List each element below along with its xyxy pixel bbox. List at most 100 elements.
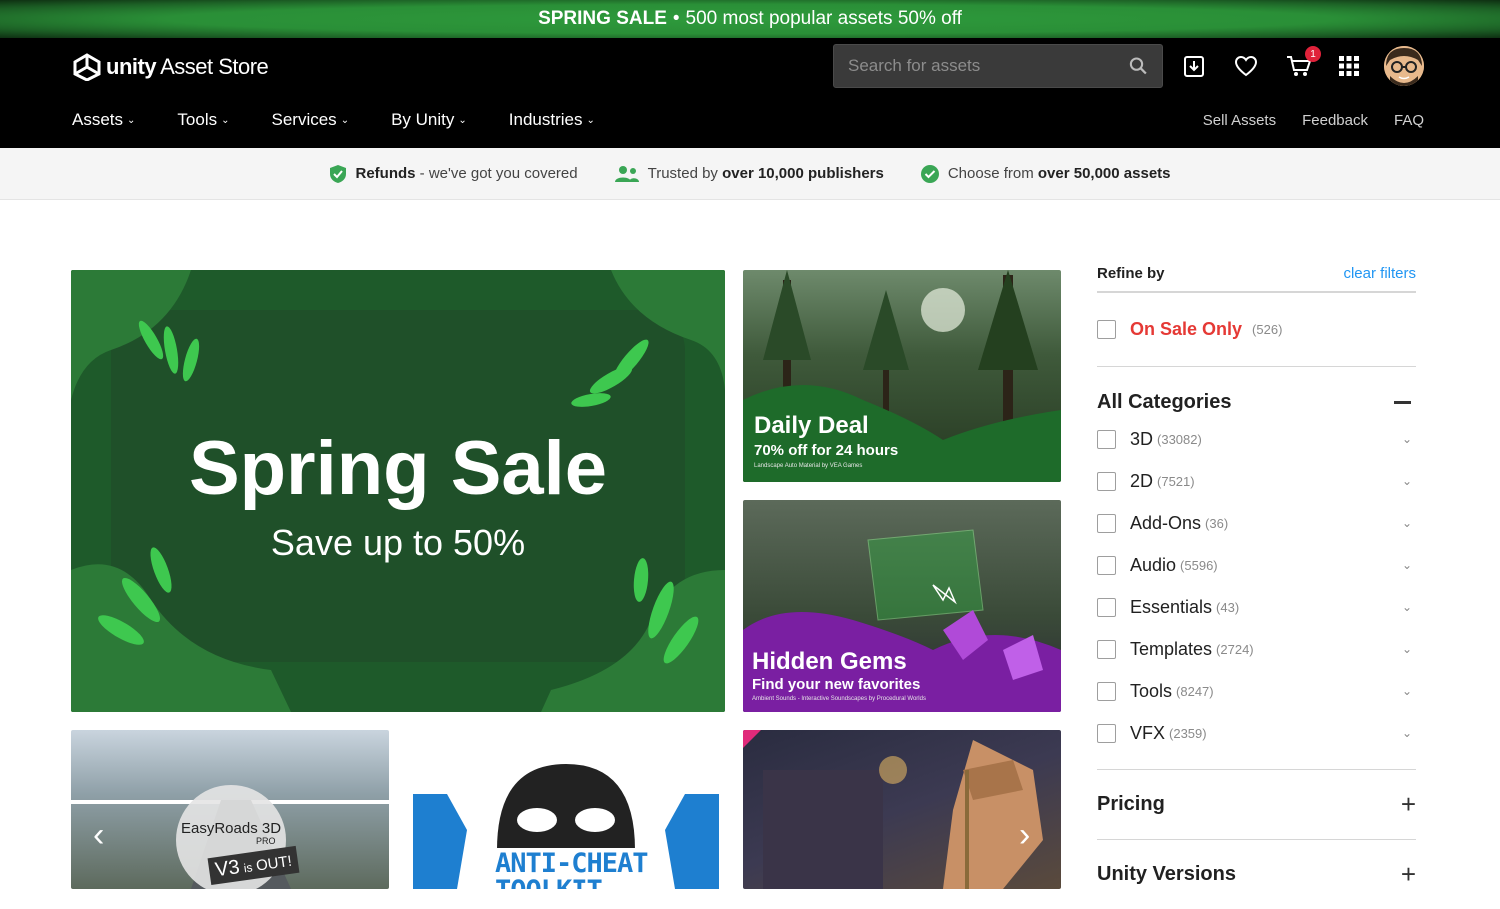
nav-services[interactable]: Services ⌄: [272, 110, 350, 130]
category-audio[interactable]: Audio (5596) ⌄: [1097, 544, 1416, 586]
filter-sidebar: Refine by clear filters On Sale Only (52…: [1097, 255, 1416, 909]
shield-check-icon: [330, 164, 347, 183]
category-label: 3D: [1130, 428, 1154, 449]
heart-icon: [1234, 55, 1258, 77]
nav-label: By Unity: [391, 110, 455, 129]
carousel-next-icon[interactable]: ›: [1019, 816, 1030, 855]
nav-assets[interactable]: Assets ⌄: [72, 110, 135, 130]
category-tools[interactable]: Tools (8247) ⌄: [1097, 670, 1416, 712]
chevron-down-icon[interactable]: ⌄: [1402, 642, 1412, 656]
logo-product: Asset Store: [160, 54, 269, 79]
carousel-prev-icon[interactable]: ‹: [93, 816, 104, 855]
chevron-down-icon[interactable]: ⌄: [1402, 474, 1412, 488]
road-out: OUT!: [255, 852, 293, 875]
chevron-down-icon: ⌄: [127, 114, 136, 126]
search-icon[interactable]: [1129, 56, 1148, 76]
on-sale-count: (526): [1252, 322, 1283, 337]
expand-plus-icon[interactable]: +: [1401, 859, 1416, 890]
secondary-nav: Sell Assets Feedback FAQ: [1203, 112, 1424, 129]
categories-title: All Categories: [1097, 390, 1232, 413]
chevron-down-icon[interactable]: ⌄: [1402, 684, 1412, 698]
promo-separator: •: [672, 8, 680, 29]
category-checkbox[interactable]: [1097, 513, 1116, 533]
pricing-section[interactable]: Pricing +: [1097, 769, 1416, 839]
download-box-icon: [1184, 56, 1204, 77]
dungeon-asset-banner[interactable]: ›: [743, 730, 1061, 889]
unity-cube-icon: [73, 53, 101, 81]
search-box[interactable]: [833, 44, 1163, 88]
category-label: 2D: [1130, 470, 1154, 491]
category-count: (7521): [1157, 473, 1195, 489]
expand-plus-icon[interactable]: +: [1401, 789, 1416, 820]
cart-count-badge: 1: [1305, 46, 1321, 62]
hero-title: Spring Sale: [188, 426, 608, 511]
chevron-down-icon[interactable]: ⌄: [1402, 726, 1412, 740]
category-checkbox[interactable]: [1097, 429, 1116, 449]
cart-icon[interactable]: 1: [1285, 46, 1321, 80]
feedback-link[interactable]: Feedback: [1302, 112, 1368, 129]
category-add-ons[interactable]: Add-Ons (36) ⌄: [1097, 502, 1416, 544]
nav-label: Industries: [508, 110, 583, 129]
category-checkbox[interactable]: [1097, 555, 1116, 575]
nav-by-unity[interactable]: By Unity ⌄: [391, 110, 467, 130]
users-icon: [614, 165, 639, 182]
nav-tools[interactable]: Tools ⌄: [177, 110, 229, 130]
promo-banner[interactable]: SPRING SALE • 500 most popular assets 50…: [0, 0, 1500, 38]
on-sale-filter[interactable]: On Sale Only (526): [1097, 293, 1416, 367]
chevron-down-icon[interactable]: ⌄: [1402, 516, 1412, 530]
clear-filters-link[interactable]: clear filters: [1343, 265, 1416, 282]
category-essentials[interactable]: Essentials (43) ⌄: [1097, 586, 1416, 628]
chevron-down-icon[interactable]: ⌄: [1402, 432, 1412, 446]
nav-label: Assets: [72, 110, 124, 129]
category-checkbox[interactable]: [1097, 723, 1116, 743]
check-circle-icon: [920, 164, 939, 183]
category-3d[interactable]: 3D (33082) ⌄: [1097, 418, 1416, 460]
user-avatar[interactable]: [1384, 46, 1424, 86]
category-label: Essentials: [1130, 596, 1213, 617]
chevron-down-icon: ⌄: [340, 114, 350, 126]
unity-logo[interactable]: unity Asset Store: [72, 53, 269, 81]
unity-versions-title: Unity Versions: [1097, 863, 1236, 885]
apps-grid-icon[interactable]: [1335, 52, 1363, 80]
category-count: (33082): [1157, 431, 1202, 447]
chevron-down-icon: ⌄: [458, 114, 467, 126]
category-checkbox[interactable]: [1097, 471, 1116, 491]
category-count: (8247): [1176, 683, 1214, 699]
main-nav: Assets ⌄ Tools ⌄ Services ⌄ By Unity ⌄ Indus…: [72, 110, 637, 130]
anti-cheat-banner[interactable]: ANTI-CHEAT TOOLKIT: [407, 730, 725, 889]
faq-link[interactable]: FAQ: [1394, 112, 1424, 129]
gems-subtitle: Find your new favorites: [752, 676, 921, 693]
search-input[interactable]: [848, 56, 1130, 76]
hidden-gems-banner[interactable]: Hidden Gems Find your new favorites Ambi…: [743, 500, 1061, 712]
site-header: unity Asset Store 1: [0, 38, 1500, 148]
collapse-minus-icon[interactable]: [1394, 400, 1411, 404]
category-checkbox[interactable]: [1097, 597, 1116, 617]
category-checkbox[interactable]: [1097, 639, 1116, 659]
category-label: Add-Ons: [1130, 512, 1202, 533]
wishlist-icon[interactable]: [1232, 52, 1260, 80]
choose-text: Choose from: [947, 165, 1038, 182]
chevron-down-icon[interactable]: ⌄: [1402, 600, 1412, 614]
on-sale-checkbox[interactable]: [1097, 320, 1116, 339]
category-label: Templates: [1130, 638, 1213, 659]
category-2d[interactable]: 2D (7521) ⌄: [1097, 460, 1416, 502]
easyroads-banner[interactable]: EasyRoads 3D PRO V3 is OUT! ‹: [71, 730, 389, 889]
all-categories-header[interactable]: All Categories: [1097, 389, 1416, 415]
category-checkbox[interactable]: [1097, 681, 1116, 701]
category-templates[interactable]: Templates (2724) ⌄: [1097, 628, 1416, 670]
chevron-down-icon: ⌄: [221, 114, 230, 126]
category-vfx[interactable]: VFX (2359) ⌄: [1097, 712, 1416, 754]
promo-text: 500 most popular assets 50% off: [685, 8, 962, 29]
gems-credit: Ambient Sounds - Interactive Soundscapes…: [752, 696, 926, 702]
category-count: (5596): [1180, 557, 1218, 573]
trusted-bold: over 10,000 publishers: [722, 165, 884, 182]
downloads-icon[interactable]: [1180, 52, 1208, 80]
category-label: Audio: [1130, 554, 1177, 575]
sell-assets-link[interactable]: Sell Assets: [1203, 112, 1276, 129]
on-sale-label: On Sale Only: [1130, 319, 1243, 339]
road-brand: EasyRoads 3D: [181, 820, 282, 837]
nav-industries[interactable]: Industries ⌄: [509, 110, 595, 130]
unity-versions-section[interactable]: Unity Versions +: [1097, 839, 1416, 909]
daily-deal-banner[interactable]: Daily Deal 70% off for 24 hours Landscap…: [743, 270, 1061, 482]
chevron-down-icon[interactable]: ⌄: [1402, 558, 1412, 572]
